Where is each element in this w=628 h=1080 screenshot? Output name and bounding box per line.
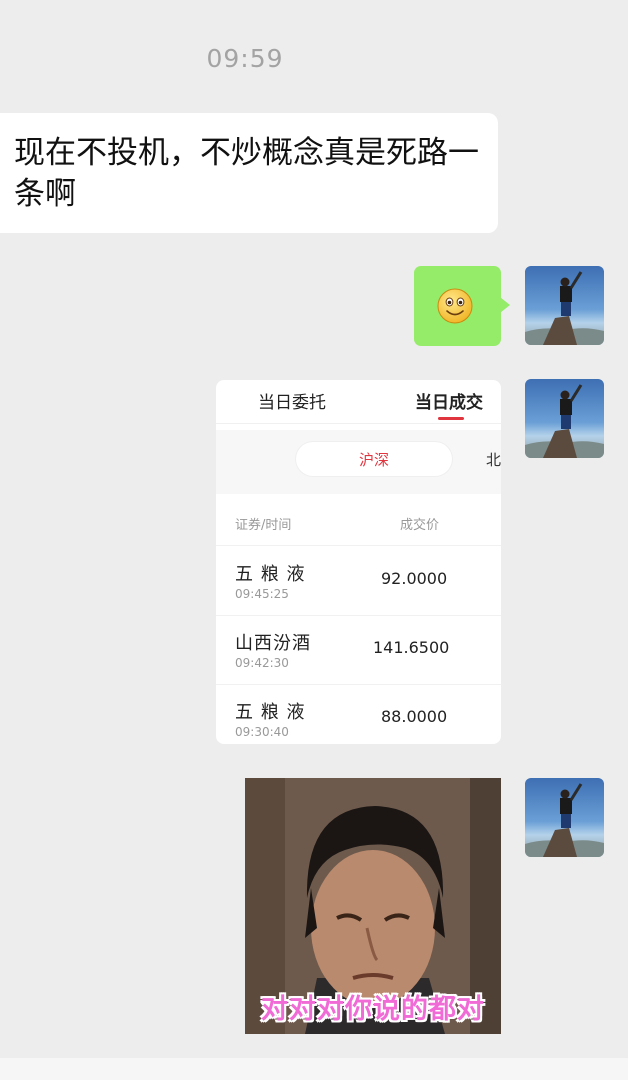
table-row[interactable]: 五 粮 液 09:45:25 92.0000 [216,546,501,616]
trade-time: 09:42:30 [235,656,289,670]
security-name: 山西汾酒 [235,633,311,654]
trade-price: 88.0000 [381,707,448,726]
avatar-photo [525,384,604,458]
trade-time: 09:30:40 [235,725,289,739]
bottom-edge [0,1058,628,1080]
security-name: 五 粮 液 [235,564,306,585]
incoming-message-bubble[interactable]: 现在不投机，不炒概念真是死路一条啊 [0,113,498,233]
outgoing-emoji-bubble[interactable] [414,266,510,346]
segment-beijing[interactable]: 北 [486,449,501,470]
avatar[interactable] [525,379,604,458]
avatar[interactable] [525,778,604,857]
smiling-face-icon [437,288,473,324]
security-name: 五 粮 液 [235,702,306,723]
segment-shanghai-shenzhen[interactable]: 沪深 [359,449,389,470]
table-row[interactable]: 山西汾酒 09:42:30 141.6500 [216,615,501,685]
tab-pending-orders[interactable]: 当日委托 [258,388,326,413]
avatar-photo [525,783,604,857]
sticker-caption: 对对对你说的都对 [261,994,485,1025]
column-header-price: 成交价 [400,518,440,533]
column-header-security-time: 证券/时间 [235,518,292,533]
incoming-message-text: 现在不投机，不炒概念真是死路一条啊 [14,135,479,212]
table-row[interactable]: 五 粮 液 09:30:40 88.0000 [216,684,501,744]
avatar[interactable] [525,266,604,345]
trade-screenshot-card[interactable]: 当日委托 当日成交 沪深 北 证券/时间 成交价 五 粮 液 09:45:25 … [216,380,501,744]
sticker-gif[interactable]: 对对对你说的都对 [245,778,501,1034]
tab-bar: 当日委托 当日成交 [216,380,501,424]
trade-time: 09:45:25 [235,587,289,601]
trade-price: 141.6500 [373,638,450,657]
active-tab-indicator [438,417,464,420]
trade-price: 92.0000 [381,569,448,588]
timestamp: 09:59 [206,44,284,73]
tab-filled-trades[interactable]: 当日成交 [415,388,483,413]
avatar-photo [525,271,604,345]
